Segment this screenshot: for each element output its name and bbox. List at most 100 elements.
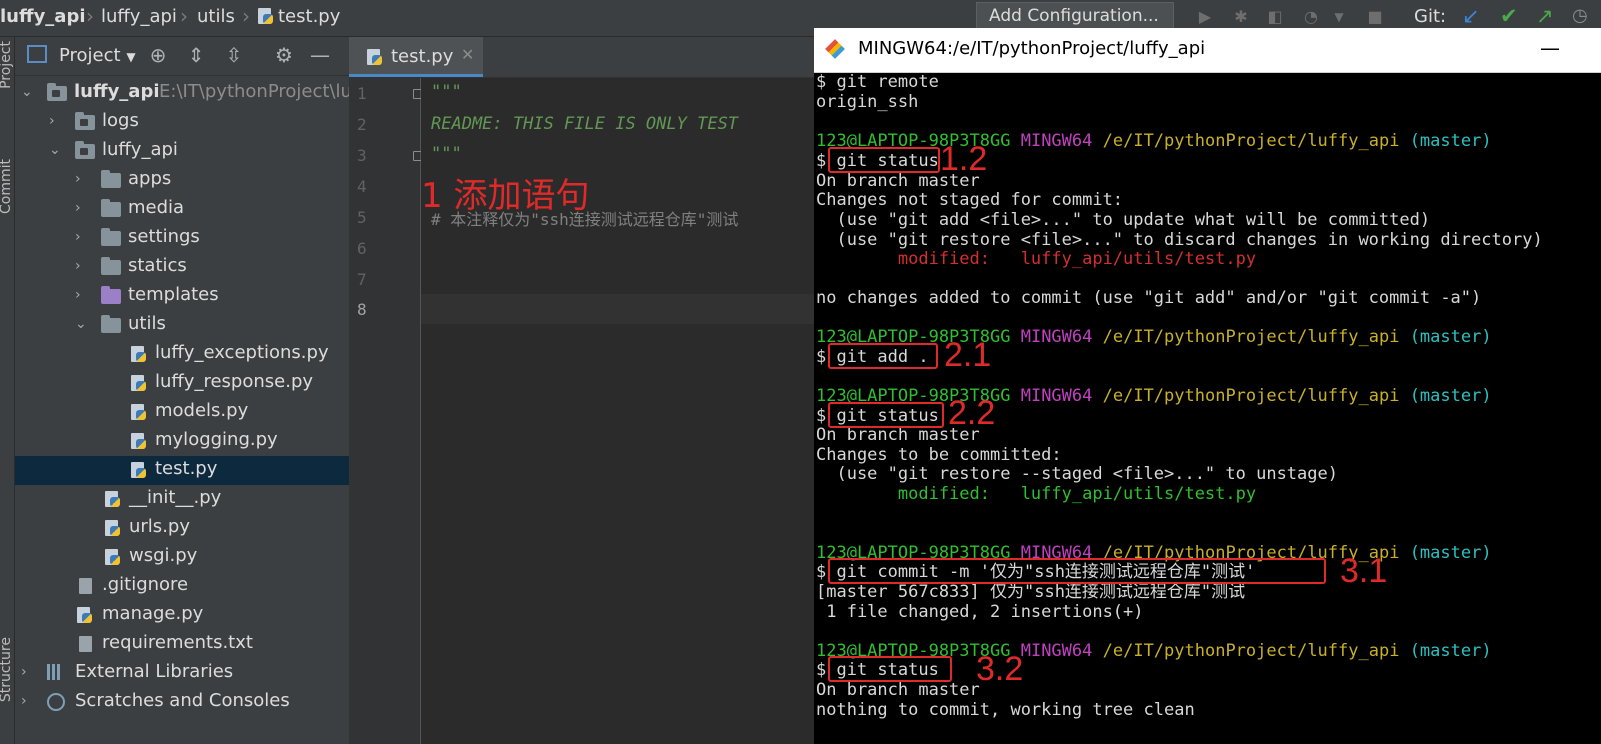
tree-item-manage[interactable]: manage.py (15, 601, 349, 630)
tree-label-requirements: requirements.txt (102, 632, 253, 653)
tree-item-gitignore[interactable]: .gitignore (15, 572, 349, 601)
highlight-box (828, 558, 1326, 584)
highlight-box (828, 656, 952, 682)
editor-tab-label: test.py (391, 46, 454, 67)
chevron-right-icon[interactable]: › (21, 694, 33, 708)
tool-window-stripe: Project Commit Structure (0, 37, 15, 744)
templates-folder-icon (101, 286, 121, 304)
tree-item-mylogging[interactable]: mylogging.py (15, 427, 349, 456)
terminal-line-modified: modified: luffy_api/utils/test.py (816, 484, 1257, 504)
project-toolbar: Project ▼ ⊕ ⇕ ⇳ ⚙ — (15, 37, 349, 76)
terminal-line: (use "git restore <file>..." to discard … (816, 230, 1543, 250)
breadcrumb-file[interactable]: test.py (258, 6, 340, 27)
folder-icon (75, 141, 95, 159)
breadcrumb-project[interactable]: luffy_api (0, 6, 86, 27)
tree-item-external-libraries[interactable]: › External Libraries (15, 659, 349, 688)
breadcrumb-folder[interactable]: utils (197, 6, 235, 27)
terminal-output[interactable]: $ git remote origin_ssh 123@LAPTOP-98P3T… (814, 72, 1601, 744)
hide-panel-icon[interactable]: — (309, 44, 331, 66)
annotation-step: 3.2 (976, 650, 1024, 688)
prompt-path: /e/IT/pythonProject/luffy_api (1102, 327, 1400, 347)
terminal-line: (use "git restore --staged <file>..." to… (816, 464, 1338, 484)
prompt-path: /e/IT/pythonProject/luffy_api (1102, 131, 1400, 151)
editor-tab-test[interactable]: test.py ✕ (349, 37, 483, 77)
breadcrumb-package[interactable]: luffy_api (101, 6, 177, 27)
tree-item-test[interactable]: test.py (15, 456, 349, 485)
tree-item-settings[interactable]: › settings (15, 224, 349, 253)
tree-item-models[interactable]: models.py (15, 398, 349, 427)
chevron-down-icon[interactable]: ⌄ (49, 143, 61, 157)
python-file-icon (105, 548, 121, 566)
tree-item-luffy-response[interactable]: luffy_response.py (15, 369, 349, 398)
stop-icon[interactable]: ■ (1366, 8, 1384, 26)
tree-item-apps[interactable]: › apps (15, 166, 349, 195)
minimize-icon[interactable]: — (1540, 36, 1560, 60)
gear-icon[interactable]: ⚙ (273, 44, 295, 66)
chevron-right-icon[interactable]: › (49, 114, 61, 128)
tree-item-statics[interactable]: › statics (15, 253, 349, 282)
folder-icon (101, 170, 121, 188)
tree-item-media[interactable]: › media (15, 195, 349, 224)
prompt-env: MINGW64 (1020, 327, 1093, 347)
line-number-gutter: 1 2 3 4 5 6 7 8 (349, 78, 422, 744)
collapse-all-icon[interactable]: ⇳ (223, 44, 245, 66)
python-file-icon (131, 345, 147, 363)
chevron-right-icon[interactable]: › (75, 259, 87, 273)
tree-label-test: test.py (155, 458, 218, 479)
code-editor[interactable]: """ README: THIS FILE IS ONLY TEST """ #… (421, 78, 814, 744)
tree-label-external-libraries: External Libraries (75, 661, 234, 682)
tool-tab-commit[interactable]: Commit (0, 159, 14, 214)
locate-file-icon[interactable]: ⊕ (147, 44, 169, 66)
code-line-3: """ (431, 144, 462, 164)
tree-item-luffy-api[interactable]: ⌄ luffy_api (15, 137, 349, 166)
chevron-right-icon[interactable]: › (75, 172, 87, 186)
highlight-box (828, 343, 938, 369)
tree-item-utils[interactable]: ⌄ utils (15, 311, 349, 340)
python-file-icon (131, 432, 147, 450)
debug-icon[interactable]: ✱ (1232, 8, 1250, 26)
prompt-branch: (master) (1409, 327, 1492, 347)
python-file-icon (367, 48, 383, 66)
terminal-titlebar[interactable]: MINGW64:/e/IT/pythonProject/luffy_api — (814, 28, 1601, 73)
folder-icon (47, 83, 67, 101)
prompt-env: MINGW64 (1020, 641, 1093, 661)
coverage-icon[interactable]: ◧ (1266, 8, 1284, 26)
tree-item-urls[interactable]: urls.py (15, 514, 349, 543)
git-update-icon[interactable]: ↙ (1462, 4, 1480, 28)
profile-icon[interactable]: ◔ (1302, 8, 1320, 26)
chevron-right-icon[interactable]: › (75, 288, 87, 302)
tree-item-luffy-exceptions[interactable]: luffy_exceptions.py (15, 340, 349, 369)
chevron-right-icon[interactable]: › (75, 201, 87, 215)
chevron-right-icon[interactable]: › (21, 665, 33, 679)
tree-item-scratches[interactable]: › Scratches and Consoles (15, 688, 349, 717)
chevron-down-icon[interactable]: ⌄ (75, 317, 87, 331)
prompt-branch: (master) (1409, 386, 1492, 406)
tree-label-wsgi: wsgi.py (129, 545, 198, 566)
git-commit-icon[interactable]: ✔ (1500, 4, 1518, 28)
tree-item-wsgi[interactable]: wsgi.py (15, 543, 349, 572)
tree-item-root[interactable]: ⌄ luffy_api E:\IT\pythonProject\luffy_ap… (15, 79, 349, 108)
expand-all-icon[interactable]: ⇕ (185, 44, 207, 66)
close-icon[interactable]: ✕ (461, 45, 474, 64)
annotation-step: 1.2 (940, 140, 988, 178)
tree-item-templates[interactable]: › templates (15, 282, 349, 311)
chevron-down-icon[interactable]: ▼ (1330, 8, 1348, 26)
project-view-selector[interactable]: Project ▼ (59, 45, 136, 66)
tool-tab-structure[interactable]: Structure (0, 637, 14, 702)
git-push-icon[interactable]: ↗ (1536, 4, 1554, 28)
tool-tab-project[interactable]: Project (0, 41, 14, 89)
folder-icon (101, 199, 121, 217)
terminal-line: [master 567c833] 仅为"ssh连接测试远程仓库"测试 (816, 582, 1246, 602)
tree-item-init[interactable]: __init__.py (15, 485, 349, 514)
tree-label-gitignore: .gitignore (102, 574, 189, 595)
annotation-step: 2.2 (948, 394, 996, 432)
tree-item-logs[interactable]: › logs (15, 108, 349, 137)
run-icon[interactable]: ▶ (1196, 8, 1214, 26)
chevron-down-icon[interactable]: ⌄ (21, 85, 33, 99)
chevron-right-icon[interactable]: › (75, 230, 87, 244)
git-history-icon[interactable]: ◷ (1572, 4, 1588, 28)
code-line-2: README: THIS FILE IS ONLY TEST (431, 114, 739, 134)
project-tool-window: Project ▼ ⊕ ⇕ ⇳ ⚙ — ⌄ luffy_api E:\IT\py… (15, 37, 349, 744)
tree-item-requirements[interactable]: requirements.txt (15, 630, 349, 659)
prompt-branch: (master) (1409, 131, 1492, 151)
